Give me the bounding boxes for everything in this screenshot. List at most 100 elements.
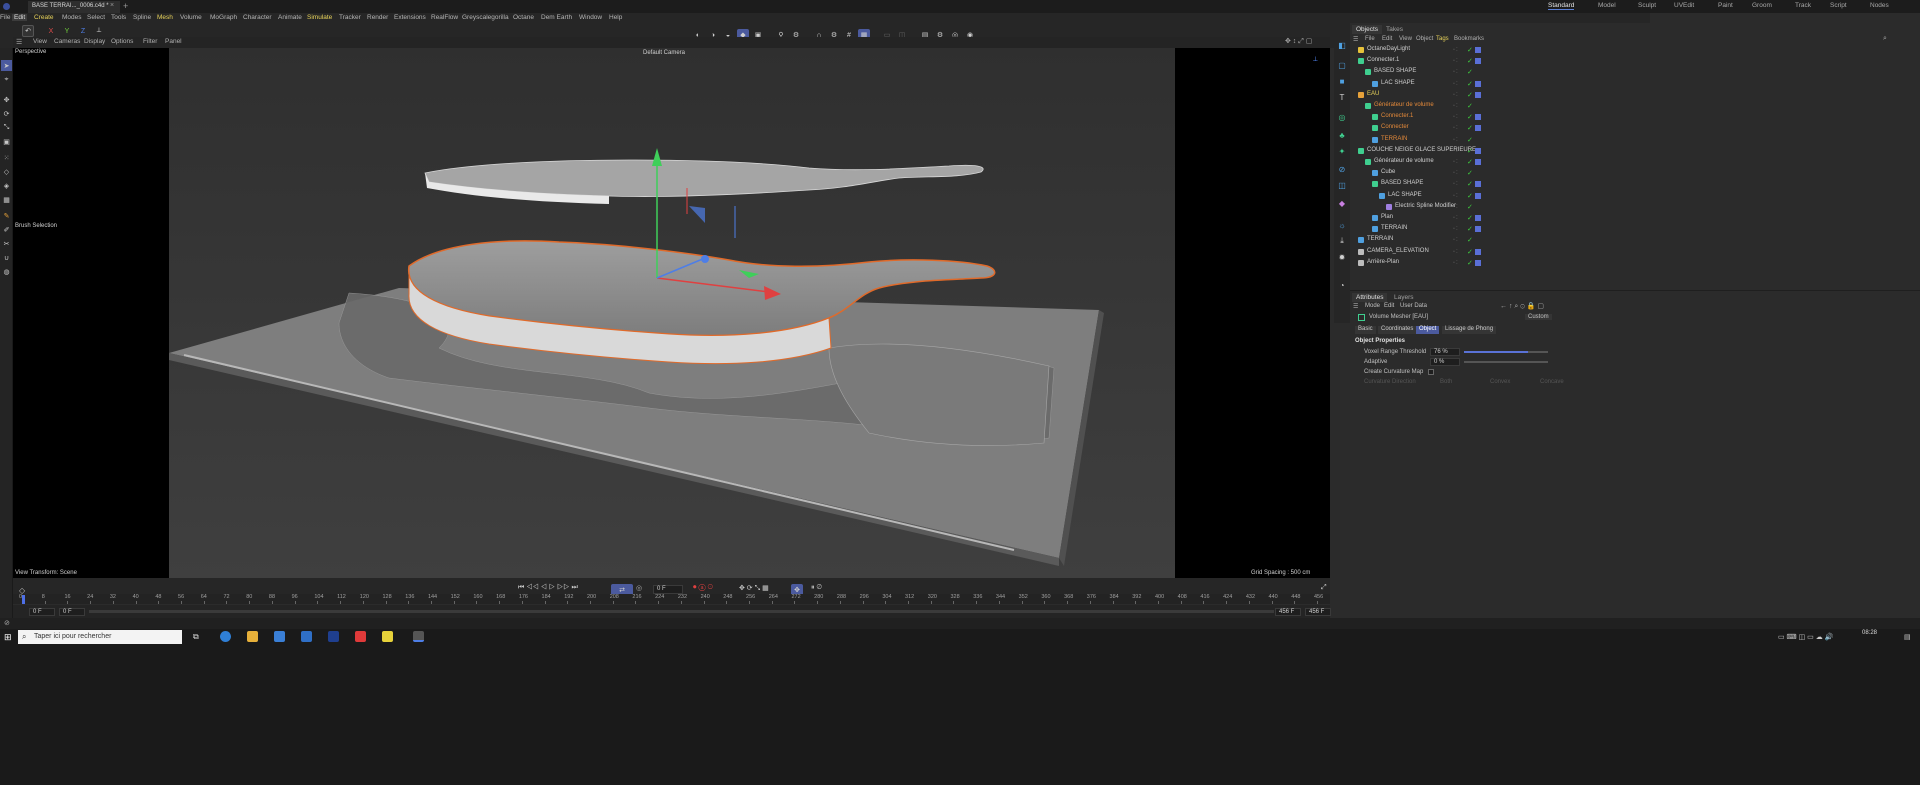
menu-render[interactable]: Render <box>367 14 388 21</box>
viewport-menu-view[interactable]: View <box>33 38 47 45</box>
tag-icon[interactable] <box>1475 91 1481 98</box>
layout-tab-script[interactable]: Script <box>1830 2 1847 9</box>
layout-tab-track[interactable]: Track <box>1795 2 1811 9</box>
knife-icon[interactable]: ✂ <box>1 238 12 249</box>
visibility-dots-icon[interactable]: ▫ ⁚ <box>1453 193 1467 200</box>
menu-octane[interactable]: Octane <box>513 14 534 21</box>
magnet-icon[interactable]: ∪ <box>1 252 12 263</box>
tag-icon[interactable] <box>1475 147 1481 154</box>
menu-character[interactable]: Character <box>243 14 272 21</box>
tag-icon[interactable] <box>1475 192 1481 199</box>
visibility-dots-icon[interactable]: ▫ ⁚ <box>1453 170 1467 177</box>
menu-dem-earth[interactable]: Dem Earth <box>541 14 572 21</box>
curvature-option-concave[interactable]: Concave <box>1540 379 1564 385</box>
enabled-check-icon[interactable]: ✓ <box>1467 80 1473 88</box>
enabled-check-icon[interactable]: ✓ <box>1467 180 1473 188</box>
tag-icon[interactable] <box>1475 248 1481 255</box>
curvature-map-checkbox[interactable] <box>1428 369 1434 375</box>
null-object-icon[interactable]: ▢ <box>1336 59 1348 71</box>
visibility-dots-icon[interactable]: ▫ ⁚ <box>1453 103 1467 110</box>
notifications-icon[interactable]: ▤ <box>1904 633 1911 641</box>
key-options-icons[interactable]: ✥ ⟳ ⤡ ▦ <box>739 584 769 593</box>
scale-icon[interactable]: ⤡ <box>1 122 12 133</box>
object-row[interactable]: BASED SHAPE ▫ ⁚ ✓ <box>1350 68 1920 77</box>
viewport-menu-display[interactable]: Display <box>84 38 105 45</box>
layout-tab-standard[interactable]: Standard <box>1548 2 1575 10</box>
visibility-dots-icon[interactable]: ▫ ⁚ <box>1453 92 1467 99</box>
transform-icon[interactable]: ▣ <box>1 136 12 147</box>
preset-dropdown[interactable]: Custom <box>1525 314 1552 320</box>
voxel-range-field[interactable]: 76 % <box>1430 348 1460 356</box>
enabled-check-icon[interactable]: ✓ <box>1467 57 1473 65</box>
attr-tab-phong[interactable]: Lissage de Phong <box>1442 326 1497 334</box>
menu-animate[interactable]: Animate <box>278 14 302 21</box>
enabled-check-icon[interactable]: ✓ <box>1467 147 1473 155</box>
enabled-check-icon[interactable]: ✓ <box>1467 214 1473 222</box>
tag-icon[interactable] <box>1475 226 1481 233</box>
menu-edit[interactable]: Edit <box>12 14 28 21</box>
clock-time[interactable]: 08:28 <box>1862 630 1877 636</box>
brush-icon[interactable]: ✎ <box>1 210 12 221</box>
voxel-range-slider[interactable] <box>1464 351 1548 353</box>
object-row[interactable]: BASED SHAPE ▫ ⁚ ✓ <box>1350 180 1920 189</box>
cinema4d-taskbar-icon[interactable] <box>413 631 424 642</box>
layout-tab-paint[interactable]: Paint <box>1718 2 1733 9</box>
task-view-icon[interactable]: ⧉ <box>193 632 199 642</box>
menu-create[interactable]: Create <box>34 14 54 21</box>
enabled-check-icon[interactable]: ✓ <box>1467 248 1473 256</box>
om-menu-file[interactable]: File <box>1365 36 1375 42</box>
close-icon[interactable]: × <box>110 2 114 9</box>
axis-y-toggle[interactable]: Y <box>61 25 73 37</box>
visibility-dots-icon[interactable]: ▫ ⁚ <box>1453 181 1467 188</box>
visibility-dots-icon[interactable]: ▫ ⁚ <box>1453 159 1467 166</box>
enabled-check-icon[interactable]: ✓ <box>1467 169 1473 177</box>
uv-mode-icon[interactable]: ▦ <box>1 194 12 205</box>
object-name[interactable]: BASED SHAPE <box>1381 180 1423 186</box>
object-name[interactable]: LAC SHAPE <box>1381 80 1415 86</box>
add-tab-icon[interactable]: + <box>123 1 128 11</box>
field-icon[interactable]: ⊘ <box>1336 163 1348 175</box>
object-row[interactable]: Arrière-Plan ▫ ⁚ ✓ <box>1350 259 1920 268</box>
menu-tracker[interactable]: Tracker <box>339 14 361 21</box>
document-tab[interactable]: BASE TERRAI..._0006.c4d * <box>28 1 120 13</box>
object-name[interactable]: Connecter.1 <box>1381 113 1413 119</box>
frame-range-slider[interactable] <box>89 610 1274 613</box>
layout-tab-groom[interactable]: Groom <box>1752 2 1772 9</box>
axis-x-toggle[interactable]: X <box>45 25 57 37</box>
tag-icon[interactable] <box>1475 259 1481 266</box>
enabled-check-icon[interactable]: ✓ <box>1467 91 1473 99</box>
menu-tools[interactable]: Tools <box>111 14 126 21</box>
tag-icon[interactable] <box>1475 125 1481 132</box>
menu-help[interactable]: Help <box>609 14 622 21</box>
paint-icon[interactable]: ✐ <box>1 224 12 235</box>
adaptive-slider[interactable] <box>1464 361 1548 363</box>
enabled-check-icon[interactable]: ✓ <box>1467 225 1473 233</box>
object-name[interactable]: EAU <box>1367 91 1379 97</box>
object-row[interactable]: CAMERA_ELEVATION ▫ ⁚ ✓ <box>1350 248 1920 257</box>
timeline-settings-icons[interactable]: ⏸ ⊘ <box>811 584 822 592</box>
search-icon[interactable]: ⌕ <box>1883 35 1887 43</box>
hamburger-icon[interactable]: ☰ <box>16 38 22 46</box>
timeline-ruler[interactable]: 0 8 16 24 32 40 48 56 64 72 80 88 96 104 112 120 128 136 1… <box>13 594 1330 604</box>
om-hamburger-icon[interactable]: ☰ <box>1353 36 1358 43</box>
scene-icon[interactable]: ⤓ <box>1336 235 1348 247</box>
visibility-dots-icon[interactable]: ▫ ⁚ <box>1453 81 1467 88</box>
object-name[interactable]: Connecter.1 <box>1367 57 1399 63</box>
viewport-menu-options[interactable]: Options <box>111 38 133 45</box>
tag-icon[interactable] <box>1475 47 1481 53</box>
attr-hamburger-icon[interactable]: ☰ <box>1353 303 1358 310</box>
system-tray-icons[interactable]: ▭ ⌨ ◫ ▭ ☁ 🔊 <box>1778 633 1833 641</box>
playback-buttons[interactable]: ⏮ ◁◁ ◁ ▷ ▷▷ ⏭ <box>518 584 578 592</box>
visibility-dots-icon[interactable]: ▫ ⁚ <box>1453 237 1467 244</box>
enabled-check-icon[interactable]: ✓ <box>1467 102 1473 110</box>
file-explorer-icon[interactable] <box>247 631 258 642</box>
live-selection-icon[interactable]: ⌖ <box>1 74 12 85</box>
object-row[interactable]: Cube ▫ ⁚ ✓ <box>1350 169 1920 178</box>
om-menu-edit[interactable]: Edit <box>1382 36 1392 42</box>
enabled-check-icon[interactable]: ✓ <box>1467 68 1473 76</box>
tab-takes[interactable]: Takes <box>1382 25 1407 34</box>
object-row[interactable]: Connecter.1 ▫ ⁚ ✓ <box>1350 57 1920 66</box>
move-select-icon[interactable]: ➤ <box>1 60 12 71</box>
adaptive-field[interactable]: 0 % <box>1430 358 1460 366</box>
object-name[interactable]: Electric Spline Modifier <box>1395 203 1456 209</box>
